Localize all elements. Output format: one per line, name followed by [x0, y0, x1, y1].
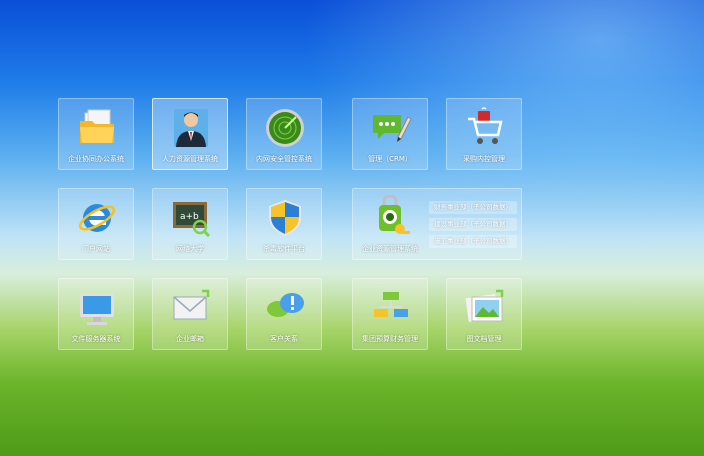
- tile-label: 人力资源管理系统: [162, 155, 218, 163]
- key-lock-icon: [379, 195, 410, 234]
- tile-portal[interactable]: 门户网站: [58, 188, 134, 260]
- picture-icon: [465, 289, 504, 322]
- tile-label: 采购内控管理: [463, 155, 505, 163]
- shield-icon: [269, 200, 301, 236]
- tile-label: 内网安全管控系统: [256, 155, 312, 163]
- tile-hr-system[interactable]: 人力资源管理系统: [152, 98, 228, 170]
- tile-erp-system[interactable]: 企业资源管理系统: [353, 189, 427, 259]
- chalkboard-icon: a+b: [173, 202, 211, 238]
- chat-pencil-icon: [373, 115, 412, 142]
- tile-label: 管理（CRM）: [368, 155, 412, 163]
- tile-label: 客户关系: [270, 335, 298, 343]
- monitor-icon: [80, 293, 114, 325]
- tile-label: 杀毒软件平台: [263, 245, 305, 253]
- erp-subitem-construction[interactable]: 建设事业部（子公司数据）: [429, 218, 517, 231]
- tile-office-system[interactable]: 企业协同办公系统: [58, 98, 134, 170]
- tile-label: 图文档管理: [466, 335, 502, 343]
- radar-icon: [266, 109, 304, 147]
- svg-text:a+b: a+b: [180, 212, 199, 222]
- tile-crm[interactable]: 管理（CRM）: [352, 98, 428, 170]
- shopping-cart-icon: [468, 107, 503, 144]
- erp-subitem-building[interactable]: 施工事业部（子公司数据）: [429, 235, 517, 248]
- tile-image-docs[interactable]: 图文档管理: [446, 278, 522, 350]
- tile-antivirus[interactable]: 杀毒软件平台: [246, 188, 322, 260]
- erp-group-panel: 企业资源管理系统 财务事业部（子公司数据） 建设事业部（子公司数据） 施工事业部…: [352, 188, 522, 260]
- tile-label: 企业协同办公系统: [68, 155, 124, 163]
- tile-enterprise-mail[interactable]: 企业邮箱: [152, 278, 228, 350]
- tile-finance[interactable]: 集团预算财务管理: [352, 278, 428, 350]
- envelope-icon: [173, 289, 210, 320]
- tile-label: 门户网站: [82, 245, 110, 253]
- speech-bubbles-icon: [267, 293, 304, 317]
- tile-label: 企业邮箱: [176, 335, 204, 343]
- tile-label: 网络大学: [176, 245, 204, 253]
- org-chart-icon: [374, 292, 408, 317]
- tile-intranet-security[interactable]: 内网安全管控系统: [246, 98, 322, 170]
- folder-icon: [80, 109, 114, 143]
- business-person-icon: [174, 109, 208, 147]
- tile-label: 集团预算财务管理: [362, 335, 418, 343]
- tile-label: 企业资源管理系统: [362, 245, 418, 253]
- tile-file-server[interactable]: 文件服务器系统: [58, 278, 134, 350]
- tile-online-university[interactable]: a+b 网络大学: [152, 188, 228, 260]
- erp-subitem-finance[interactable]: 财务事业部（子公司数据）: [429, 201, 517, 214]
- internet-explorer-icon: [78, 204, 116, 232]
- tile-customer-relations[interactable]: 客户关系: [246, 278, 322, 350]
- tile-label: 文件服务器系统: [71, 335, 121, 343]
- tile-purchase[interactable]: 采购内控管理: [446, 98, 522, 170]
